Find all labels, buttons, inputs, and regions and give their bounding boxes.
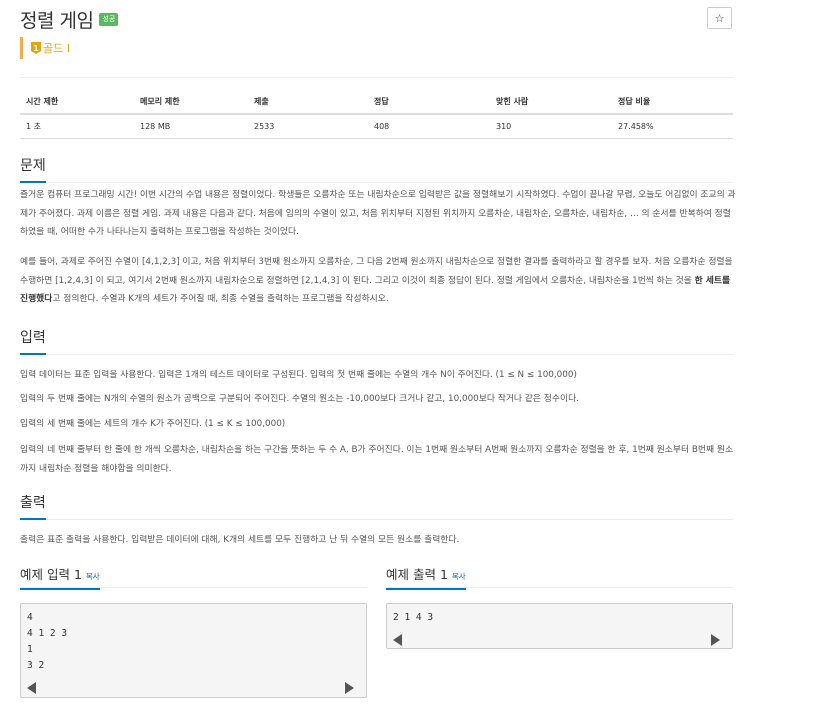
sample-output-title: 예제 출력 1 복사 (386, 564, 466, 590)
scroll-right-arrow-icon[interactable] (345, 682, 354, 694)
input-paragraph: 입력의 세 번째 줄에는 세트의 개수 K가 주어진다. (1 ≤ K ≤ 10… (20, 419, 286, 429)
accept-ratio-cell: 27.458% (612, 114, 733, 139)
input-paragraph: 입력 데이터는 표준 입력을 사용한다. 입력은 1개의 테스트 데이터로 구성… (20, 370, 577, 380)
star-button[interactable]: ☆ (707, 7, 732, 29)
tier-label: 골드 I (43, 42, 70, 55)
solvers-cell: 310 (490, 114, 612, 139)
memory-limit-cell: 128 MB (134, 114, 248, 139)
star-icon: ☆ (714, 11, 725, 25)
horizontal-scrollbar[interactable] (27, 681, 354, 695)
table-header: 메모리 제한 (134, 90, 248, 115)
problem-info-table: 시간 제한 메모리 제한 제출 정답 맞힌 사람 정답 비율 1 초 128 M… (20, 90, 733, 139)
horizontal-scrollbar[interactable] (393, 633, 720, 647)
input-section-header: 입력 (20, 327, 733, 355)
table-header: 정답 비율 (612, 90, 733, 115)
sample-input-title-text: 예제 입력 1 (20, 567, 82, 582)
output-paragraph: 출력은 표준 출력을 사용한다. 입력받은 데이터에 대해, K개의 세트를 모… (20, 535, 460, 545)
sample-input-box[interactable]: 4 4 1 2 3 1 3 2 (20, 603, 367, 698)
gold-tier-icon: 1 (31, 42, 41, 54)
description-text: 고 정의한다. 수열과 K개의 세트가 주어질 때, 최종 수열을 출력하는 프… (52, 294, 389, 304)
scroll-left-arrow-icon[interactable] (393, 634, 402, 646)
copy-sample-input-button[interactable]: 복사 (86, 572, 100, 581)
time-limit-cell: 1 초 (20, 114, 134, 139)
sample-output-content: 2 1 4 3 (393, 612, 434, 623)
table-header: 제출 (248, 90, 368, 115)
tier-row[interactable]: 1 골드 I (20, 37, 70, 59)
submissions-cell: 2533 (248, 114, 368, 139)
title-row: 정렬 게임 성공 (20, 6, 119, 33)
table-header: 맞힌 사람 (490, 90, 612, 115)
input-paragraph: 입력의 두 번째 줄에는 N개의 수열의 원소가 공백으로 구분되어 주어진다.… (20, 394, 579, 404)
description-title: 문제 (20, 155, 46, 183)
input-paragraph: 입력의 네 번째 줄부터 한 줄에 한 개씩 오름차순, 내림차순을 하는 구간… (20, 445, 734, 474)
accepted-cell: 408 (368, 114, 490, 139)
divider (20, 77, 733, 78)
table-header: 시간 제한 (20, 90, 134, 115)
description-paragraph: 즐거운 컴퓨터 프로그래밍 시간! 이번 시간의 수업 내용은 정렬이었다. 학… (20, 190, 736, 237)
page-title: 정렬 게임 (20, 10, 94, 32)
description-example-paragraph: 예를 들어, 과제로 주어진 수열이 [4,1,2,3] 이고, 처음 위치부터… (20, 253, 736, 309)
sample-input-title: 예제 입력 1 복사 (20, 564, 100, 590)
sample-input-header: 예제 입력 1 복사 (20, 564, 367, 590)
status-badge: 성공 (99, 13, 119, 26)
table-row: 1 초 128 MB 2533 408 310 27.458% (20, 114, 733, 139)
output-title: 출력 (20, 492, 46, 520)
output-section-header: 출력 (20, 492, 733, 520)
description-section-header: 문제 (20, 155, 733, 183)
sample-output-title-text: 예제 출력 1 (386, 567, 448, 582)
sample-output-header: 예제 출력 1 복사 (386, 564, 733, 590)
sample-output-box[interactable]: 2 1 4 3 (386, 603, 733, 649)
scroll-left-arrow-icon[interactable] (27, 682, 36, 694)
scroll-right-arrow-icon[interactable] (711, 634, 720, 646)
description-text: 예를 들어, 과제로 주어진 수열이 [4,1,2,3] 이고, 처음 위치부터… (20, 257, 733, 286)
table-header-row: 시간 제한 메모리 제한 제출 정답 맞힌 사람 정답 비율 (20, 90, 733, 115)
table-header: 정답 (368, 90, 490, 115)
input-title: 입력 (20, 327, 46, 355)
copy-sample-output-button[interactable]: 복사 (452, 572, 466, 581)
sample-input-content: 4 4 1 2 3 1 3 2 (27, 612, 68, 671)
